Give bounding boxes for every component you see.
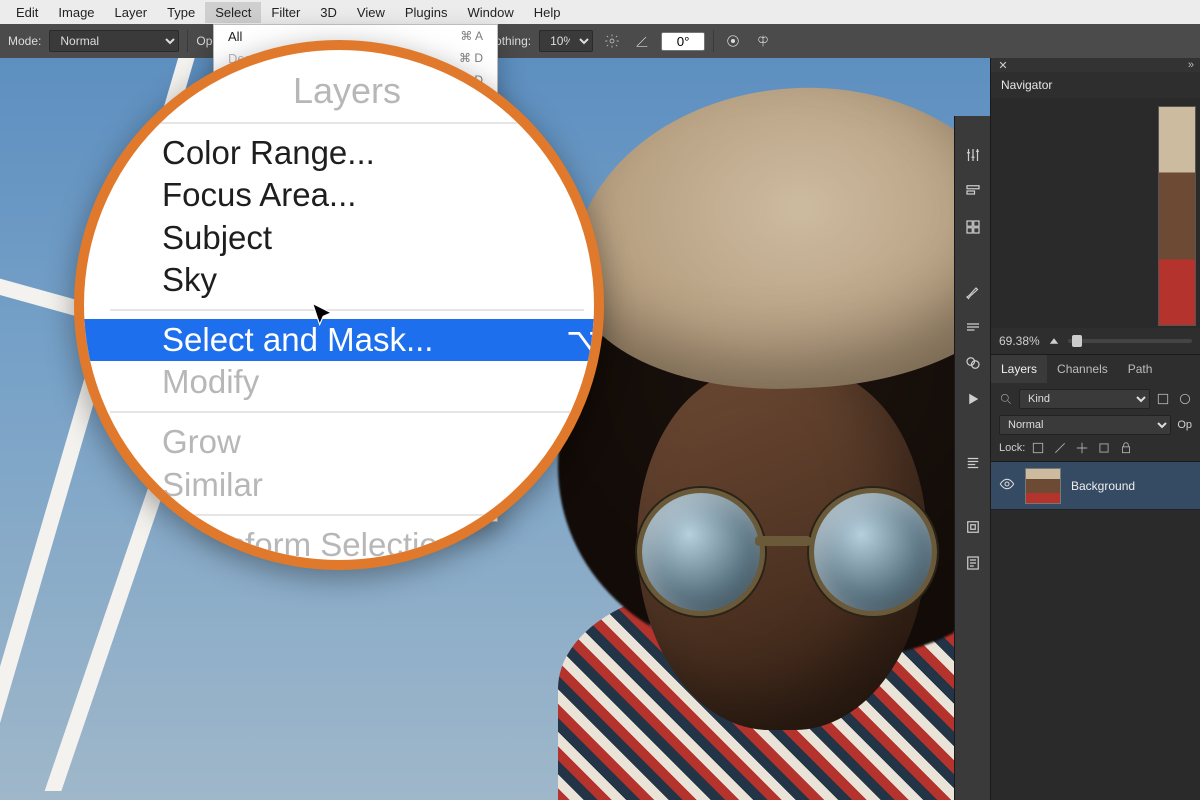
layer-opacity-label: Op [1177,419,1192,431]
magnified-header-layers: Layers [110,66,584,114]
visibility-eye-icon[interactable] [999,476,1015,495]
separator [187,30,188,52]
menu-plugins[interactable]: Plugins [395,2,458,23]
cursor-pointer-icon [308,300,336,333]
tutorial-magnifier: Layers Color Range... Focus Area... Subj… [74,40,604,570]
lock-all-icon[interactable] [1119,441,1133,455]
zoom-slider[interactable] [1068,339,1192,343]
zoom-out-icon[interactable] [1050,338,1058,344]
opacity-label: Op [196,34,212,48]
blend-mode-select[interactable]: Normal [49,30,179,52]
adjustment-filter-icon[interactable] [1178,392,1192,406]
options-bar: Mode: Normal Op oothing: 10% [0,24,1200,58]
lock-transparent-icon[interactable] [1031,441,1045,455]
menu-edit[interactable]: Edit [6,2,48,23]
menu-item-similar: Similar [110,464,584,506]
layer-blend-mode[interactable]: Normal [999,415,1171,435]
menu-3d[interactable]: 3D [310,2,347,23]
menu-layer[interactable]: Layer [105,2,158,23]
collapsed-panel-strip [954,116,990,800]
menu-item-subject[interactable]: Subject [110,217,584,259]
navigator-thumb [1158,106,1196,326]
menu-item-sky[interactable]: Sky [110,259,584,301]
search-icon[interactable] [999,392,1013,406]
menu-item-select-and-mask[interactable]: Select and Mask... ⌥ [74,319,604,361]
smoothing-select[interactable]: 10% [539,30,593,52]
lock-position-icon[interactable] [1075,441,1089,455]
brush-settings-icon[interactable] [962,280,984,302]
menu-item-modify: Modify [110,361,584,403]
layer-list: Background [991,462,1200,800]
swatches-icon[interactable] [962,352,984,374]
navigator-tab[interactable]: Navigator [991,72,1200,98]
menu-item-transform-selection: Transform Selection [110,524,584,566]
tab-layers[interactable]: Layers [991,355,1047,383]
panel-tabbar: ✕ » [991,58,1200,72]
tab-paths[interactable]: Path [1118,355,1163,383]
clone-source-icon[interactable] [962,316,984,338]
menu-item-grow: Grow [110,421,584,463]
adjustments-icon[interactable] [962,144,984,166]
butterfly-symmetry-icon[interactable] [752,30,774,52]
layer-filter-kind[interactable]: Kind [1019,389,1150,409]
menu-item-color-range[interactable]: Color Range... [110,132,584,174]
paragraph-icon[interactable] [962,452,984,474]
navigator-panel: Navigator 69.38% [991,72,1200,355]
app-menubar: Edit Image Layer Type Select Filter 3D V… [0,0,1200,24]
image-filter-icon[interactable] [1156,392,1170,406]
close-icon[interactable]: ✕ [997,59,1009,71]
menu-help[interactable]: Help [524,2,571,23]
lock-label: Lock: [999,442,1025,454]
gear-icon[interactable] [601,30,623,52]
separator [713,30,714,52]
mode-label: Mode: [8,34,41,48]
layers-tabs: Layers Channels Path [991,355,1200,383]
properties-icon[interactable] [962,180,984,202]
right-panel-column: ✕ » Navigator 69.38% Layers Channels Pat… [990,58,1200,800]
zoom-value[interactable]: 69.38% [999,334,1040,348]
menu-select[interactable]: Select [205,2,261,23]
menu-window[interactable]: Window [458,2,524,23]
menu-view[interactable]: View [347,2,395,23]
notes-icon[interactable] [962,552,984,574]
layer-row-background[interactable]: Background [991,462,1200,510]
menu-item-focus-area[interactable]: Focus Area... [110,174,584,216]
menu-type[interactable]: Type [157,2,205,23]
menu-filter[interactable]: Filter [261,2,310,23]
menu-image[interactable]: Image [48,2,104,23]
navigator-viewport[interactable] [991,98,1200,328]
layers-panel: Layers Channels Path Kind Normal Op [991,355,1200,800]
play-actions-icon[interactable] [962,388,984,410]
lock-pixels-icon[interactable] [1053,441,1067,455]
layer-name: Background [1071,479,1135,493]
angle-icon [631,30,653,52]
libraries-icon[interactable] [962,216,984,238]
layer-thumbnail [1025,468,1061,504]
angle-input[interactable] [661,32,705,51]
layer-filter-icons[interactable] [1156,392,1192,406]
info-icon[interactable] [962,516,984,538]
pressure-opacity-icon[interactable] [722,30,744,52]
chevrons-icon[interactable]: » [1188,59,1194,71]
tab-channels[interactable]: Channels [1047,355,1118,383]
shortcut-glyph: ⌥ [566,319,604,361]
lock-artboard-icon[interactable] [1097,441,1111,455]
